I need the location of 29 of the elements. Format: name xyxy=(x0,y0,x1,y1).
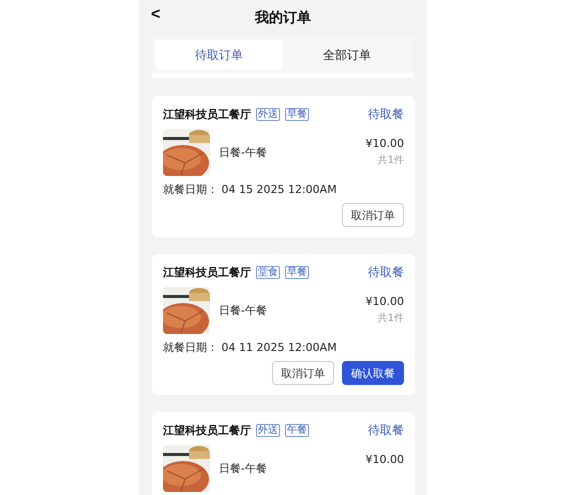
tag: 外送 xyxy=(256,108,280,121)
meal-date: 就餐日期： 04 15 2025 12:00AM xyxy=(163,182,337,197)
restaurant-name: 江望科技员工餐厅 xyxy=(163,423,251,438)
tab[interactable]: 待取订单 xyxy=(155,40,283,70)
tag: 外送 xyxy=(256,424,280,437)
item-name: 日餐-午餐 xyxy=(219,145,267,160)
back-button[interactable]: < xyxy=(147,6,164,24)
item-count: 共1件 xyxy=(378,312,404,325)
tab[interactable]: 全部订单 xyxy=(283,40,411,70)
confirm-button[interactable]: 确认取餐 xyxy=(342,361,404,385)
cancel-button[interactable]: 取消订单 xyxy=(272,361,334,385)
order-status: 待取餐 xyxy=(368,264,404,281)
item-name: 日餐-午餐 xyxy=(219,303,267,318)
price: ¥10.00 xyxy=(366,453,404,466)
meal-date: 就餐日期： 04 11 2025 12:00AM xyxy=(163,340,337,355)
order-status: 待取餐 xyxy=(368,422,404,439)
restaurant-name: 江望科技员工餐厅 xyxy=(163,107,251,122)
tag: 午餐 xyxy=(285,424,309,437)
tag: 堂食 xyxy=(256,266,280,279)
restaurant-name: 江望科技员工餐厅 xyxy=(163,265,251,280)
page-title: 我的订单 xyxy=(255,8,311,26)
cancel-button[interactable]: 取消订单 xyxy=(342,203,404,227)
item-count: 共1件 xyxy=(378,154,404,167)
tag: 早餐 xyxy=(285,108,309,121)
price: ¥10.00 xyxy=(366,137,404,150)
order-status: 待取餐 xyxy=(368,106,404,123)
item-name: 日餐-午餐 xyxy=(219,461,267,476)
price: ¥10.00 xyxy=(366,295,404,308)
tag: 早餐 xyxy=(285,266,309,279)
